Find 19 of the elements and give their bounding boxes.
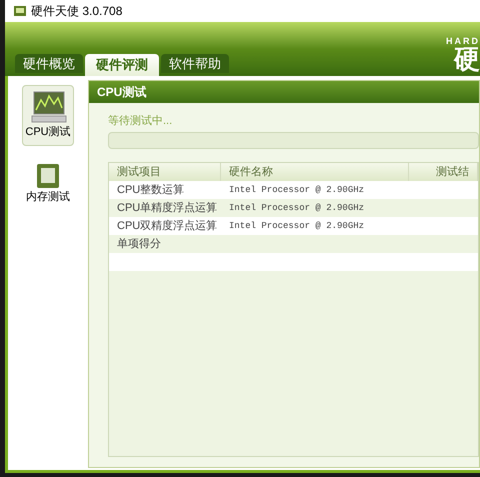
table-cell-text: Intel Processor @ 2.90GHz: [228, 202, 366, 214]
window-title: 硬件天使 3.0.708: [31, 3, 122, 20]
table-cell-text: Intel Processor @ 2.90GHz: [228, 220, 366, 232]
chip-icon: [36, 162, 60, 188]
app-icon: [13, 5, 27, 17]
table-cell-text: Intel Processor @ 2.90GHz: [228, 184, 366, 196]
tab[interactable]: 硬件评测: [85, 54, 159, 76]
table-cell-text: 单项得分: [116, 236, 162, 252]
sidebar-item[interactable]: CPU测试: [22, 85, 74, 146]
table-cell-text: CPU整数运算: [116, 182, 186, 198]
sidebar-item[interactable]: 内存测试: [22, 158, 74, 210]
tab[interactable]: 硬件概览: [15, 54, 83, 73]
tab[interactable]: 软件帮助: [161, 54, 229, 73]
status-text: 等待测试中...: [108, 114, 174, 129]
logo-tagline: HARD: [446, 37, 480, 46]
logo-mark: 硬: [454, 46, 480, 72]
table-cell-text: CPU双精度浮点运算: [116, 218, 218, 234]
table-cell-text: CPU单精度浮点运算: [116, 200, 218, 216]
panel-title: CPU测试: [97, 84, 146, 101]
